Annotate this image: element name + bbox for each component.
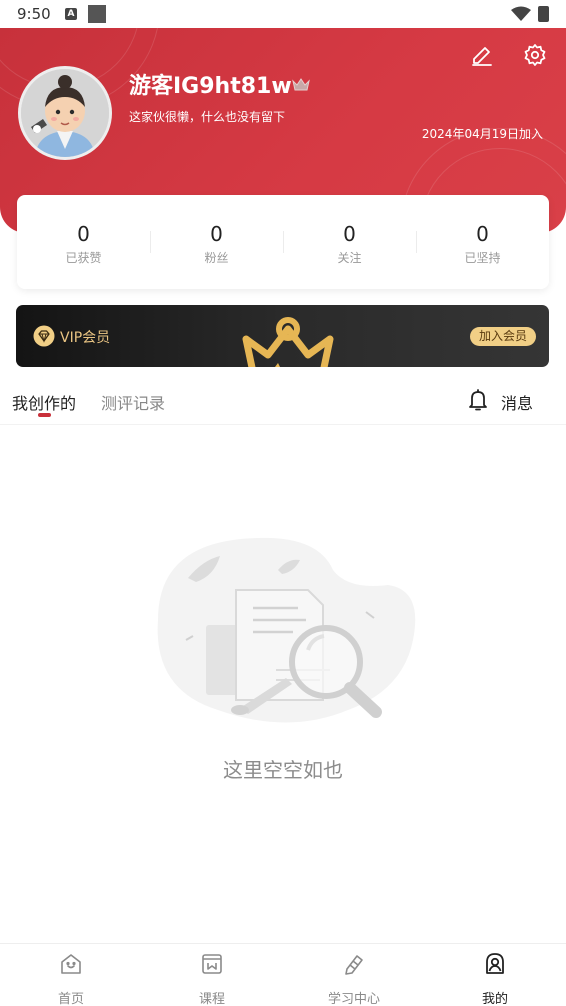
stat-value: 0 [77,222,90,246]
wifi-icon [511,6,531,21]
nav-item-courses[interactable]: 课程 [162,944,262,1006]
vip-crown-badge-icon [292,78,310,91]
nav-label-profile: 我的 [481,992,508,1006]
stat-value: 0 [210,222,223,246]
profile-page: 9:50 A 游客IG9ht81w 这家伙很懒，什么也没有留下 2024年04月… [0,0,566,1006]
messages-label: 消息 [501,394,534,413]
empty-state-text: 这里空空如也 [223,758,343,782]
stat-streak[interactable]: 0 已坚持 [416,195,549,289]
stat-label: 已获赞 [65,251,102,265]
vip-crown-decoration-icon [242,317,334,367]
home-icon [61,954,81,974]
nav-label-home: 首页 [57,992,84,1006]
stat-label: 粉丝 [204,251,229,265]
tab-evaluation-records[interactable]: 测评记录 [101,390,165,414]
notification-a-icon: A [65,8,77,20]
nav-label-study-center: 学习中心 [327,992,380,1006]
bell-icon [469,389,487,411]
content-tabs: 我创作的 测评记录 消息 [0,380,566,425]
status-bar: 9:50 A [0,0,566,28]
nav-label-courses: 课程 [198,992,225,1006]
vip-banner[interactable]: VIP会员 加入会员 [16,305,549,367]
join-vip-button[interactable]: 加入会员 [470,327,537,346]
avatar-illustration [21,69,109,157]
join-date: 2024年04月19日加入 [421,127,543,141]
battery-icon [538,6,549,22]
user-bio: 这家伙很懒，什么也没有留下 [129,110,286,124]
stat-fans[interactable]: 0 粉丝 [150,195,283,289]
settings-gear-icon[interactable] [523,43,547,67]
stat-label: 已坚持 [464,251,501,265]
vip-label: VIP会员 [60,330,111,346]
stats-card: 0 已获赞 0 粉丝 0 关注 0 已坚持 [17,195,549,289]
edit-icon[interactable] [470,43,494,67]
nav-item-home[interactable]: 首页 [21,944,121,1006]
stat-value: 0 [476,222,489,246]
notification-square-icon [88,5,106,23]
stat-following[interactable]: 0 关注 [283,195,416,289]
tab-my-creations[interactable]: 我创作的 [12,390,76,414]
profile-icon [486,953,504,974]
course-icon [202,954,222,974]
diamond-icon [33,325,55,347]
stat-likes[interactable]: 0 已获赞 [17,195,150,289]
avatar[interactable] [18,66,112,160]
nav-item-profile[interactable]: 我的 [445,944,545,1006]
active-tab-indicator [38,413,51,417]
stat-value: 0 [343,222,356,246]
messages-button[interactable]: 消息 [466,387,556,415]
username: 游客IG9ht81w [129,74,292,99]
stat-label: 关注 [337,251,362,265]
study-center-icon [345,955,363,975]
status-time: 9:50 [17,5,51,23]
bottom-navigation: 首页 课程 学习中心 我的 [0,943,566,1006]
nav-item-study-center[interactable]: 学习中心 [304,944,404,1006]
empty-state-illustration [157,537,416,723]
